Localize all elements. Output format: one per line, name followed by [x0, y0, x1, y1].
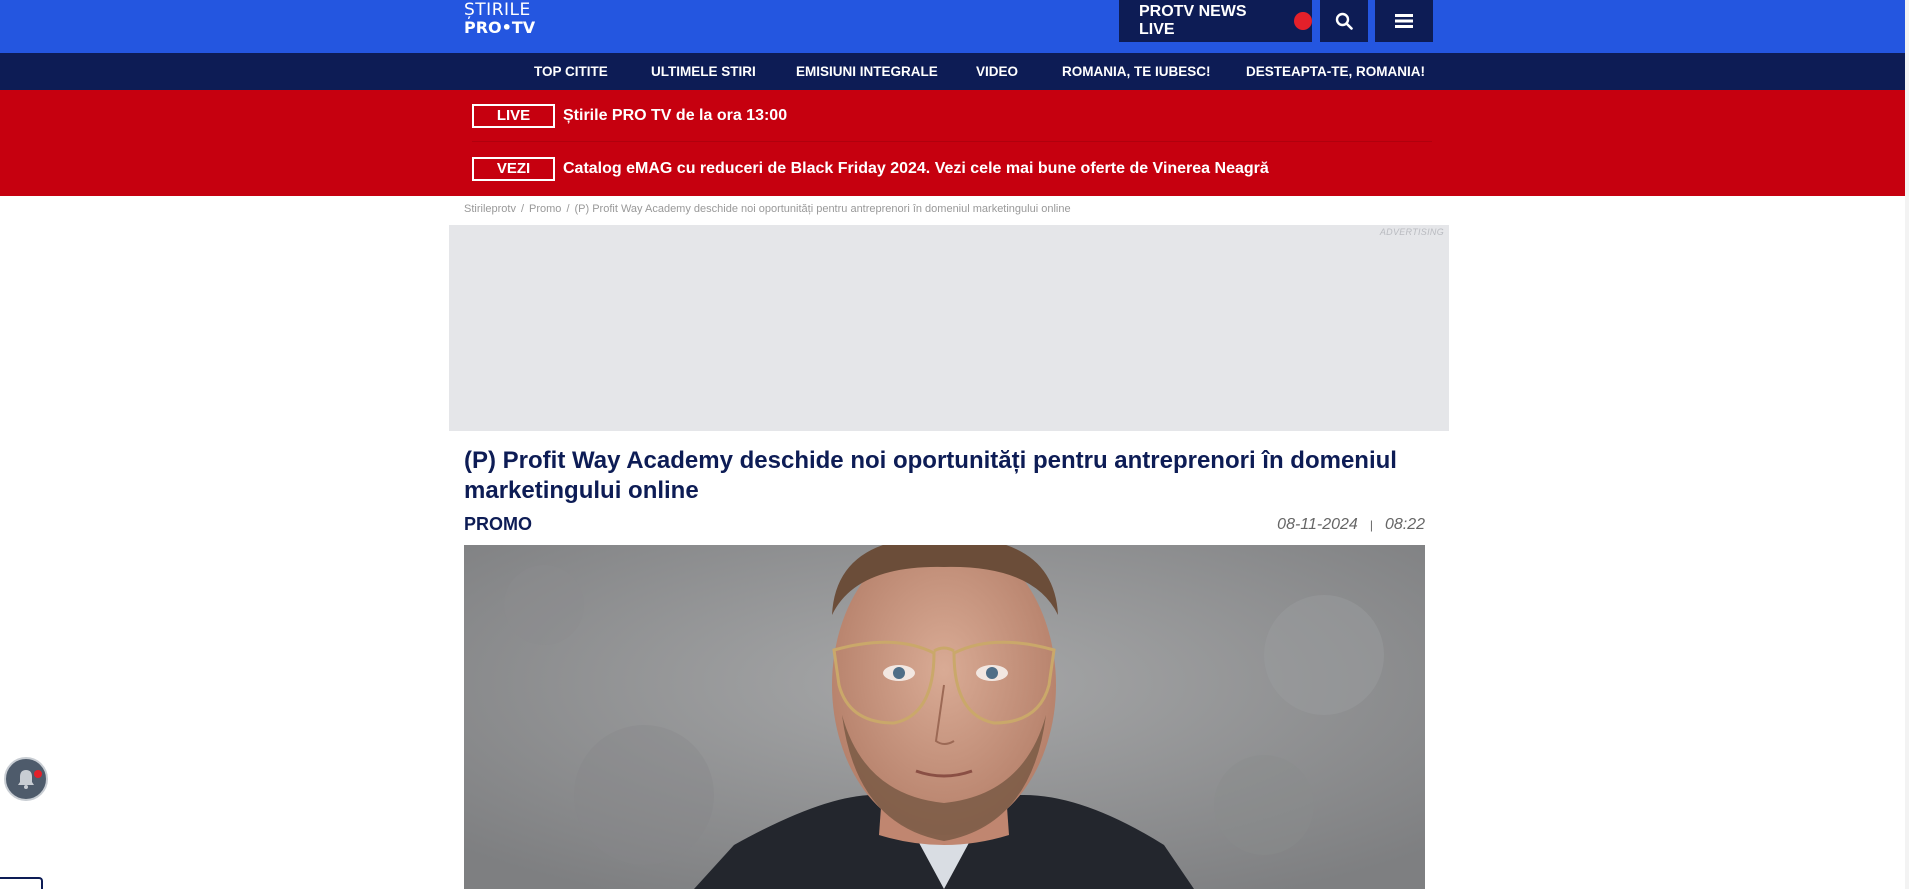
live-dot-icon — [1294, 12, 1312, 30]
breadcrumb-separator: / — [520, 203, 525, 215]
notification-badge — [34, 770, 42, 778]
live-button-label: PROTV NEWS LIVE — [1139, 3, 1247, 38]
site-logo[interactable]: ȘTIRILE PRO•TV — [464, 0, 536, 40]
breadcrumb-home[interactable]: Stirileprotv — [464, 203, 516, 215]
breaking-news-strip: LIVE Știrile PRO TV de la ora 13:00 VEZI… — [0, 90, 1905, 196]
portrait-image — [464, 545, 1425, 889]
main-nav: TOP CITITE ULTIMELE STIRI EMISIUNI INTEG… — [0, 53, 1905, 90]
article-photo[interactable] — [464, 545, 1425, 889]
breadcrumb-current: (P) Profit Way Academy deschide noi opor… — [574, 203, 1071, 215]
search-button[interactable] — [1320, 0, 1368, 42]
logo-line-2: PRO•TV — [464, 18, 536, 37]
advertising-slot[interactable]: ADVERTISING — [449, 225, 1449, 431]
nav-item-ultimele-stiri[interactable]: ULTIMELE STIRI — [651, 53, 756, 90]
protv-news-live-button[interactable]: PROTV NEWS LIVE — [1119, 0, 1312, 42]
advertising-label: ADVERTISING — [1379, 227, 1444, 237]
logo-line-1: ȘTIRILE — [464, 0, 531, 20]
breadcrumb: Stirileprotv / Promo / (P) Profit Way Academ… — [464, 203, 1071, 215]
breadcrumb-promo[interactable]: Promo — [529, 203, 561, 215]
article-time: 08:22 — [1384, 516, 1425, 533]
floating-widget-edge[interactable] — [0, 877, 43, 889]
hamburger-menu-icon — [1395, 14, 1413, 28]
nav-item-desteapta-te-romania[interactable]: DESTEAPTA-TE, ROMANIA! — [1246, 53, 1425, 90]
menu-button[interactable] — [1375, 0, 1433, 42]
nav-item-video[interactable]: VIDEO — [976, 53, 1018, 90]
breadcrumb-separator: / — [566, 203, 570, 215]
scrollbar[interactable] — [1905, 0, 1909, 889]
breaking-text: Știrile PRO TV de la ora 13:00 — [563, 106, 788, 124]
breaking-text: Catalog eMAG cu reduceri de Black Friday… — [563, 160, 1269, 177]
vezi-tag: VEZI — [472, 157, 555, 181]
article-date: 08-11-2024 — [1277, 516, 1358, 533]
notification-bell-button[interactable] — [4, 757, 48, 801]
article-title: (P) Profit Way Academy deschide noi opor… — [464, 447, 1397, 504]
nav-item-emisiuni-integrale[interactable]: EMISIUNI INTEGRALE — [796, 53, 938, 90]
search-icon — [1335, 12, 1353, 30]
breaking-item-vezi[interactable]: VEZI Catalog eMAG cu reduceri de Black F… — [472, 143, 1432, 195]
nav-item-romania-te-iubesc[interactable]: ROMANIA, TE IUBESC! — [1062, 53, 1211, 90]
article-meta: 08-11-2024 | 08:22 — [1277, 516, 1425, 534]
meta-separator: | — [1369, 518, 1373, 532]
article-category[interactable]: PROMO — [464, 514, 532, 535]
nav-item-top-citite[interactable]: TOP CITITE — [534, 53, 608, 90]
top-header: ȘTIRILE PRO•TV PROTV NEWS LIVE — [0, 0, 1905, 53]
live-tag: LIVE — [472, 103, 555, 128]
breaking-item-live[interactable]: LIVE Știrile PRO TV de la ora 13:00 — [472, 90, 1432, 142]
page: ȘTIRILE PRO•TV PROTV NEWS LIVE TOP CITIT… — [0, 0, 1909, 889]
